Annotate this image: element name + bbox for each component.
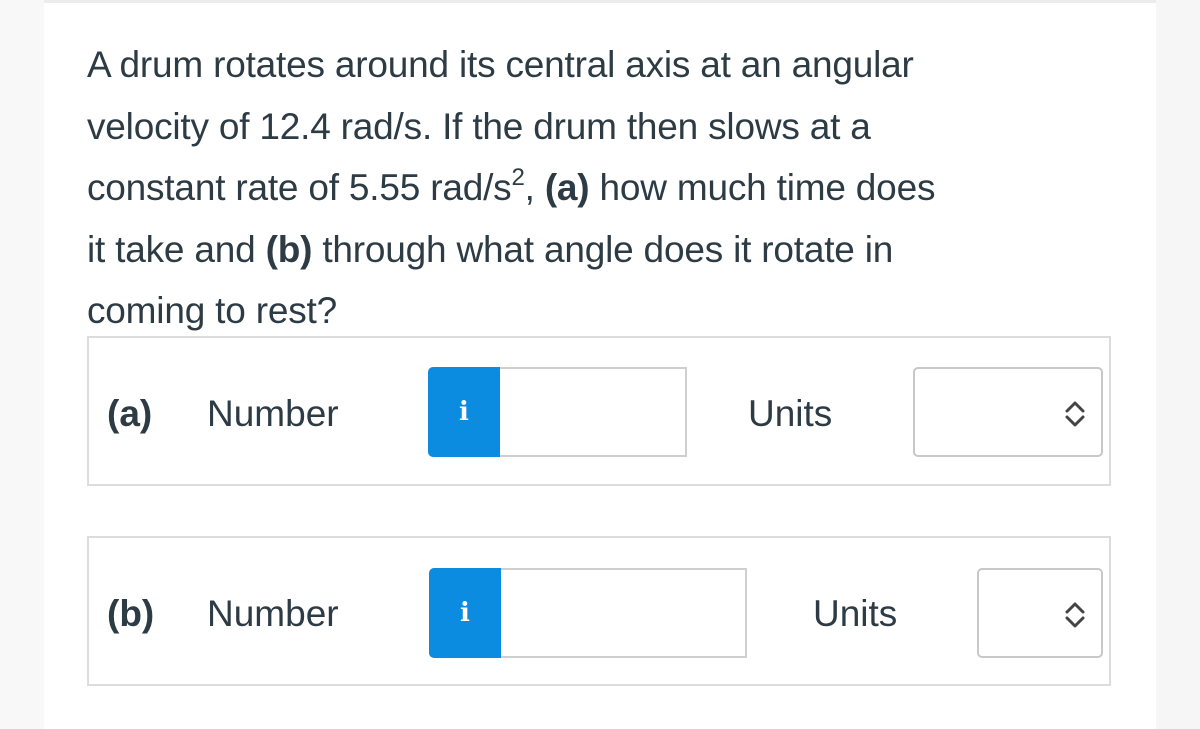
question-line: constant rate of 5.55 rad/s2, (a) how mu… [87, 157, 1117, 219]
question-text-segment: , [524, 167, 545, 208]
number-label: Number [207, 593, 339, 634]
info-icon: i [460, 598, 470, 628]
info-icon: i [459, 397, 469, 427]
units-select[interactable] [913, 367, 1103, 457]
units-label: Units [813, 593, 898, 634]
units-label: Units [748, 393, 833, 434]
question-line: coming to rest? [87, 290, 337, 331]
units-select[interactable] [977, 568, 1103, 658]
answer-part-a: (a) Number i Units [87, 336, 1111, 486]
number-label: Number [207, 393, 339, 434]
part-letter: (b) [107, 593, 155, 634]
info-button[interactable]: i [429, 568, 501, 658]
part-reference: (a) [544, 167, 590, 208]
side-margin [1156, 0, 1200, 729]
question-text-segment: it take and [87, 228, 266, 270]
question-text-segment: constant rate of 5.55 rad/s [87, 167, 512, 208]
info-button[interactable]: i [428, 367, 500, 457]
number-input[interactable] [501, 568, 747, 658]
question-text: A drum rotates around its central axis a… [87, 34, 1117, 342]
question-text-segment: through what angle does it rotate in [312, 228, 894, 270]
answer-part-b: (b) Number i Units [87, 536, 1111, 686]
question-line: A drum rotates around its central axis a… [87, 44, 914, 85]
top-divider [44, 0, 1156, 3]
part-letter: (a) [107, 393, 153, 434]
question-line: it take and (b) through what angle does … [87, 219, 1117, 281]
superscript: 2 [511, 164, 525, 191]
chevron-up-down-icon [1065, 602, 1085, 628]
number-input[interactable] [500, 367, 687, 457]
part-reference: (b) [265, 228, 313, 270]
question-line: velocity of 12.4 rad/s. If the drum then… [87, 105, 871, 147]
chevron-up-down-icon [1065, 401, 1085, 427]
question-text-segment: how much time does [589, 167, 936, 208]
